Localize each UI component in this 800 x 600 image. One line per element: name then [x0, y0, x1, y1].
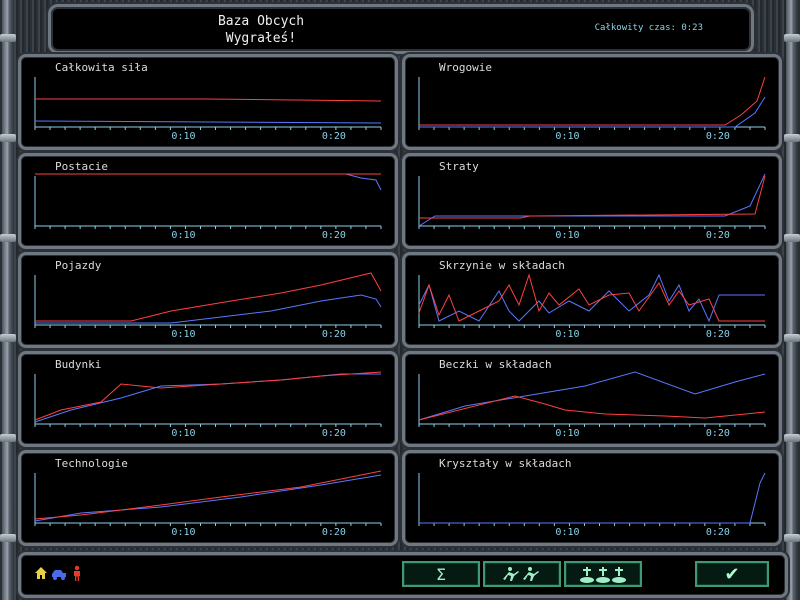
- sum-button[interactable]: Σ: [402, 561, 480, 587]
- panel-label: Postacie: [55, 160, 108, 173]
- ok-button[interactable]: ✔: [695, 561, 769, 587]
- x-tick-label: 0:20: [705, 230, 730, 241]
- panel-label: Straty: [439, 160, 479, 173]
- x-tick-label: 0:20: [321, 131, 346, 142]
- vehicle-icon: [52, 570, 66, 580]
- x-tick-label: 0:20: [321, 428, 346, 439]
- pillar-knob: [784, 334, 800, 342]
- blue-series-line: [418, 273, 765, 323]
- graves-icon: [580, 567, 626, 583]
- pillar-knob: [0, 34, 16, 42]
- panel-enemies: Wrogowie 0:10 0:20: [402, 54, 782, 150]
- player-icons: [33, 565, 85, 581]
- x-tick-label: 0:20: [705, 527, 730, 538]
- panel-label: Kryształy w składach: [439, 457, 572, 470]
- left-pillar: [0, 0, 16, 600]
- soldiers-icon: [503, 567, 539, 581]
- red-series-line: [35, 272, 382, 322]
- panel-crates: Skrzynie w składach 0:10 0:20: [402, 252, 782, 348]
- red-series-line: [419, 76, 766, 126]
- panel-label: Wrogowie: [439, 61, 492, 74]
- panel-buildings: Budynki 0:10 0:20: [18, 351, 398, 447]
- x-tick-label: 0:10: [555, 428, 580, 439]
- units-button[interactable]: [483, 561, 561, 587]
- pillar-knob: [784, 234, 800, 242]
- panel-characters: Postacie 0:10 0:20: [18, 153, 398, 249]
- panel-vehicles: Pojazdy 0:10 0:20: [18, 252, 398, 348]
- x-tick-label: 0:10: [171, 230, 196, 241]
- panel-losses: Straty 0:10 0:20: [402, 153, 782, 249]
- blue-series-line: [419, 472, 766, 524]
- results-footer: Σ ✔: [18, 552, 788, 598]
- panel-barrels: Beczki w składach 0:10 0:20: [402, 351, 782, 447]
- red-series-line: [34, 371, 382, 421]
- x-tick-label: 0:10: [171, 527, 196, 538]
- x-tick-label: 0:10: [171, 428, 196, 439]
- results-header: Baza Obcych Wygrałeś! Całkowity czas: 0:…: [48, 4, 754, 54]
- red-series-line: [419, 175, 766, 219]
- x-tick-label: 0:10: [555, 131, 580, 142]
- x-tick-label: 0:10: [555, 329, 580, 340]
- pillar-knob: [784, 134, 800, 142]
- checkmark-icon: ✔: [724, 563, 740, 585]
- x-tick-label: 0:10: [555, 527, 580, 538]
- x-tick-label: 0:20: [705, 428, 730, 439]
- x-tick-label: 0:10: [171, 329, 196, 340]
- pillar-knob: [0, 534, 16, 542]
- pillar-knob: [0, 434, 16, 442]
- x-tick-label: 0:20: [321, 230, 346, 241]
- blue-series-line: [34, 120, 382, 124]
- x-tick-label: 0:20: [705, 329, 730, 340]
- right-pillar: [784, 0, 800, 600]
- panel-label: Pojazdy: [55, 259, 102, 272]
- home-icon: [35, 567, 47, 579]
- x-tick-label: 0:10: [555, 230, 580, 241]
- red-series-line: [418, 273, 765, 322]
- sigma-icon: Σ: [435, 564, 447, 584]
- mission-title: Baza Obcych Wygrałeś!: [181, 13, 341, 47]
- red-series-line: [35, 98, 382, 102]
- pillar-knob: [0, 134, 16, 142]
- blue-series-line: [35, 173, 382, 191]
- pillar-knob: [784, 534, 800, 542]
- blue-series-line: [35, 294, 382, 324]
- graves-button[interactable]: [564, 561, 642, 587]
- red-series-line: [34, 470, 382, 520]
- x-tick-label: 0:10: [171, 131, 196, 142]
- pillar-knob: [0, 334, 16, 342]
- panel-label: Całkowita siła: [55, 61, 148, 74]
- blue-series-line: [34, 373, 381, 423]
- pillar-knob: [784, 434, 800, 442]
- panel-technology: Technologie 0:10 0:20: [18, 450, 398, 546]
- blue-series-line: [419, 96, 766, 128]
- red-series-line: [418, 395, 766, 421]
- pillar-knob: [0, 234, 16, 242]
- pillar-knob: [784, 34, 800, 42]
- panel-crystals: Kryształy w składach 0:10 0:20: [402, 450, 782, 546]
- panel-total-strength: Całkowita siła 0:10 0:20: [18, 54, 398, 150]
- panel-label: Beczki w składach: [439, 358, 552, 371]
- x-tick-label: 0:20: [321, 329, 346, 340]
- soldier-icon: [74, 565, 80, 581]
- total-time: Całkowity czas: 0:23: [594, 23, 703, 33]
- x-tick-label: 0:20: [321, 527, 346, 538]
- panel-label: Budynki: [55, 358, 102, 371]
- panel-label: Skrzynie w składach: [439, 259, 565, 272]
- panel-label: Technologie: [55, 457, 128, 470]
- mission-result: Wygrałeś!: [225, 31, 297, 46]
- mission-name: Baza Obcych: [217, 14, 305, 29]
- x-tick-label: 0:20: [705, 131, 730, 142]
